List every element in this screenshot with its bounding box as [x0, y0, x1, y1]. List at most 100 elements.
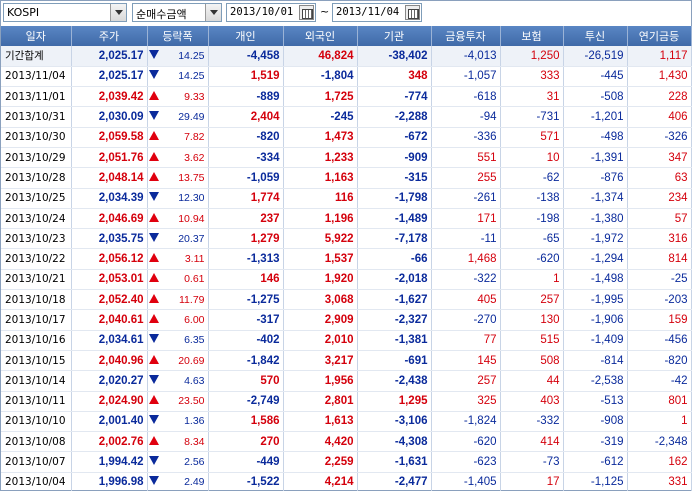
metric-select[interactable]: 순매수금액	[132, 3, 222, 22]
table-row[interactable]: 2013/11/04 2,025.17 14.25 1,519 -1,804 348 -1,…	[1, 66, 692, 88]
pension-cell: -2,348	[627, 431, 692, 453]
individual-cell: -889	[208, 86, 284, 108]
individual-cell: -1,842	[208, 350, 284, 372]
header-pension[interactable]: 연기금등	[627, 26, 692, 46]
up-triangle-icon	[149, 151, 160, 161]
table-row[interactable]: 2013/10/11 2,024.90 23.50 -2,749 2,801 1,295 3…	[1, 391, 692, 412]
change-sign-cell	[147, 391, 161, 412]
pension-cell: 162	[627, 451, 692, 473]
trust-cell: -508	[563, 86, 628, 108]
change-sign-cell	[147, 472, 161, 491]
price-cell: 2,025.17	[71, 46, 148, 67]
table-row[interactable]: 2013/10/15 2,040.96 20.69 -1,842 3,217 -691 14…	[1, 350, 692, 372]
table-row[interactable]: 2013/10/17 2,040.61 6.00 -317 2,909 -2,327 -27…	[1, 309, 692, 331]
filter-toolbar: KOSPI 순매수금액 2013/10/01 ~ 2013/11/04	[1, 1, 691, 25]
header-price[interactable]: 주가	[71, 26, 148, 46]
foreign-cell: 116	[283, 188, 358, 209]
trust-cell: -1,391	[563, 147, 628, 169]
header-individual[interactable]: 개인	[208, 26, 284, 46]
financial-investment-cell: 145	[431, 350, 501, 372]
end-date-field[interactable]: 2013/11/04	[332, 3, 422, 22]
trust-cell: -612	[563, 451, 628, 473]
header-insurance[interactable]: 보험	[500, 26, 564, 46]
table-row[interactable]: 2013/11/01 2,039.42 9.33 -889 1,725 -774 -618 3…	[1, 86, 692, 108]
table-row[interactable]: 2013/10/21 2,053.01 0.61 146 1,920 -2,018 -322…	[1, 269, 692, 291]
individual-cell: -334	[208, 147, 284, 169]
trust-cell: -2,538	[563, 370, 628, 392]
trust-cell: -1,995	[563, 289, 628, 311]
individual-cell: 1,774	[208, 188, 284, 209]
insurance-cell: -198	[500, 208, 564, 230]
pension-cell: 347	[627, 147, 692, 169]
price-cell: 2,020.27	[71, 370, 148, 392]
change-cell: 4.63	[161, 370, 209, 392]
date-cell: 2013/10/21	[1, 269, 72, 291]
up-triangle-icon	[149, 253, 160, 263]
table-row[interactable]: 2013/10/08 2,002.76 8.34 270 4,420 -4,308 -620…	[1, 431, 692, 453]
individual-cell: 2,404	[208, 106, 284, 128]
table-row[interactable]: 2013/10/29 2,051.76 3.62 -334 1,233 -909 551 10…	[1, 147, 692, 169]
header-institution[interactable]: 기관	[357, 26, 432, 46]
start-date-field[interactable]: 2013/10/01	[226, 3, 316, 22]
down-triangle-icon	[149, 111, 160, 121]
insurance-cell: 403	[500, 391, 564, 412]
market-select[interactable]: KOSPI	[3, 3, 127, 22]
chevron-down-icon[interactable]	[110, 4, 126, 21]
table-row[interactable]: 2013/10/30 2,059.58 7.82 -820 1,473 -672 -336 5…	[1, 127, 692, 148]
institution-cell: -1,489	[357, 208, 432, 230]
foreign-cell: -1,804	[283, 66, 358, 88]
foreign-cell: 1,725	[283, 86, 358, 108]
individual-cell: -1,059	[208, 167, 284, 189]
date-cell: 2013/10/24	[1, 208, 72, 230]
table-row[interactable]: 2013/10/24 2,046.69 10.94 237 1,196 -1,489 171…	[1, 208, 692, 230]
table-row[interactable]: 2013/10/04 1,996.98 2.49 -1,522 4,214 -2,477-…	[1, 472, 692, 491]
change-sign-cell	[147, 431, 161, 453]
individual-cell: 237	[208, 208, 284, 230]
table-row[interactable]: 2013/10/22 2,056.12 3.11 -1,313 1,537 -66 1,46…	[1, 248, 692, 270]
institution-cell: -691	[357, 350, 432, 372]
financial-investment-cell: 171	[431, 208, 501, 230]
table-total-row[interactable]: 기간합계 2,025.17 14.25 -4,458 46,824 -38,402 -4,0…	[1, 46, 692, 67]
date-cell: 2013/10/15	[1, 350, 72, 372]
up-triangle-icon	[149, 131, 160, 141]
financial-investment-cell: 257	[431, 370, 501, 392]
table-row[interactable]: 2013/10/18 2,052.40 11.79 -1,275 3,068 -1,627…	[1, 289, 692, 311]
individual-cell: 570	[208, 370, 284, 392]
insurance-cell: 1	[500, 269, 564, 291]
header-change[interactable]: 등락폭	[147, 26, 209, 46]
institution-cell: -2,438	[357, 370, 432, 392]
header-foreign[interactable]: 외국인	[283, 26, 358, 46]
change-sign-cell	[147, 411, 161, 433]
individual-cell: 1,586	[208, 411, 284, 433]
institution-cell: -2,288	[357, 106, 432, 128]
pension-cell: -25	[627, 269, 692, 291]
header-date[interactable]: 일자	[1, 26, 72, 46]
insurance-cell: 10	[500, 147, 564, 169]
down-triangle-icon	[149, 476, 160, 486]
header-trust[interactable]: 투신	[563, 26, 628, 46]
insurance-cell: -65	[500, 228, 564, 250]
individual-cell: -1,275	[208, 289, 284, 311]
table-row[interactable]: 2013/10/28 2,048.14 13.75 -1,059 1,163 -315 25…	[1, 167, 692, 189]
table-row[interactable]: 2013/10/10 2,001.40 1.36 1,586 1,613 -3,106 -1…	[1, 411, 692, 433]
price-cell: 2,030.09	[71, 106, 148, 128]
institution-cell: -672	[357, 127, 432, 148]
table-row[interactable]: 2013/10/14 2,020.27 4.63 570 1,956 -2,438 257 4…	[1, 370, 692, 392]
date-cell: 2013/10/31	[1, 106, 72, 128]
up-triangle-icon	[149, 90, 160, 100]
price-cell: 2,024.90	[71, 391, 148, 412]
header-financial-investment[interactable]: 금융투자	[431, 26, 501, 46]
table-row[interactable]: 2013/10/16 2,034.61 6.35 -402 2,010 -1,381 77 5…	[1, 330, 692, 351]
chevron-down-icon[interactable]	[205, 4, 221, 21]
pension-cell: 331	[627, 472, 692, 491]
calendar-icon[interactable]	[405, 5, 420, 20]
change-cell: 2.56	[161, 451, 209, 473]
table-row[interactable]: 2013/10/31 2,030.09 29.49 2,404 -245 -2,288 -9…	[1, 106, 692, 128]
table-row[interactable]: 2013/10/07 1,994.42 2.56 -449 2,259 -1,631 -62…	[1, 451, 692, 473]
down-triangle-icon	[149, 49, 160, 59]
table-row[interactable]: 2013/10/25 2,034.39 12.30 1,774 116 -1,798 -26…	[1, 188, 692, 209]
table-row[interactable]: 2013/10/23 2,035.75 20.37 1,279 5,922 -7,178-…	[1, 228, 692, 250]
calendar-icon[interactable]	[299, 5, 314, 20]
financial-investment-cell: -261	[431, 188, 501, 209]
institution-cell: -3,106	[357, 411, 432, 433]
